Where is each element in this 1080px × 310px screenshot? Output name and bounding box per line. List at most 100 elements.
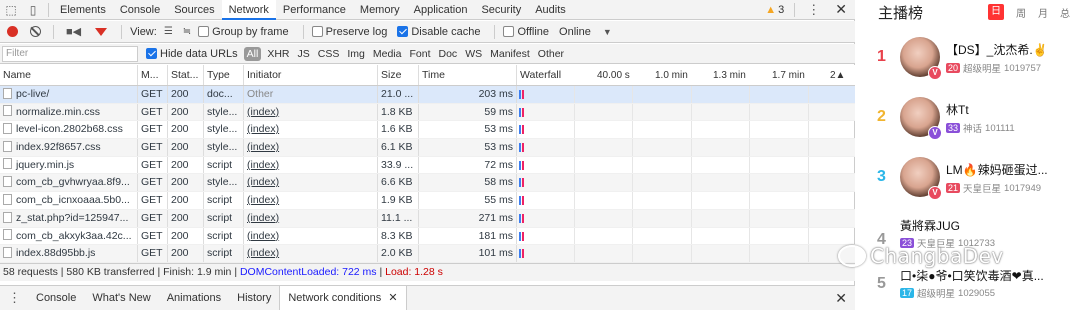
tab-sources[interactable]: Sources — [167, 0, 221, 20]
tab-memory[interactable]: Memory — [353, 0, 407, 20]
table-row[interactable]: normalize.min.css GET 200 style... (index) 1.… — [0, 103, 855, 122]
tab-day[interactable]: 日 — [988, 4, 1004, 20]
table-row[interactable]: index.88d95bb.js GET 200 script (index) 2.0 K… — [0, 245, 855, 263]
cell-initiator[interactable]: (index) — [244, 174, 378, 192]
tab-performance[interactable]: Performance — [276, 0, 353, 20]
tab-audits[interactable]: Audits — [528, 0, 573, 20]
cell-type: style... — [204, 121, 244, 139]
cell-name-text: index.92f8657.css — [16, 141, 101, 154]
tab-application[interactable]: Application — [407, 0, 475, 20]
drawer-tab-whats-new[interactable]: What's New — [84, 286, 158, 310]
tab-network[interactable]: Network — [221, 0, 276, 20]
cell-initiator[interactable]: (index) — [244, 227, 378, 245]
close-devtools-icon[interactable]: ✕ — [827, 1, 855, 18]
record-icon[interactable] — [7, 26, 18, 37]
waterfall-gridline — [749, 156, 750, 174]
anchor-name[interactable]: LM🔥辣妈砸蛋过... — [946, 161, 1048, 178]
cell-size-text: 6.1 KB — [381, 141, 413, 154]
filter-type-media[interactable]: Media — [369, 48, 406, 60]
cell-size: 2.0 KB — [378, 245, 419, 262]
anchor-name[interactable]: 林Tt — [946, 101, 969, 118]
filter-type-font[interactable]: Font — [405, 48, 434, 60]
column-header-status[interactable]: Stat... — [168, 65, 204, 85]
filter-type-css[interactable]: CSS — [314, 48, 344, 60]
filter-type-xhr[interactable]: XHR — [263, 48, 293, 60]
drawer-tab-animations[interactable]: Animations — [159, 286, 229, 310]
column-header-time[interactable]: Time — [419, 65, 517, 85]
drawer-tab-label: Network conditions — [288, 291, 382, 304]
table-row[interactable]: level-icon.2802b68.css GET 200 style... (ind… — [0, 121, 855, 140]
column-header-method[interactable]: M... — [138, 65, 168, 85]
tab-security[interactable]: Security — [474, 0, 528, 20]
column-header-initiator[interactable]: Initiator — [244, 65, 378, 85]
filter-type-img[interactable]: Img — [343, 48, 369, 60]
chevron-down-icon[interactable]: ▼ — [595, 27, 620, 37]
drawer-tab-history[interactable]: History — [229, 286, 279, 310]
column-header-size[interactable]: Size — [378, 65, 419, 85]
drawer-tab-network-conditions[interactable]: Network conditions ✕ — [279, 285, 407, 310]
filter-type-js[interactable]: JS — [294, 48, 314, 60]
tab-console[interactable]: Console — [113, 0, 167, 20]
preserve-log-checkbox[interactable]: Preserve log — [311, 26, 387, 38]
waterfall-gridline — [574, 86, 575, 103]
tab-elements[interactable]: Elements — [53, 0, 113, 20]
close-drawer-icon[interactable]: ✕ — [827, 290, 855, 307]
drawer-tab-console[interactable]: Console — [28, 286, 84, 310]
filter-type-manifest[interactable]: Manifest — [486, 48, 534, 60]
column-header-type[interactable]: Type — [204, 65, 244, 85]
anchor-name[interactable]: 黃將霖JUG — [900, 217, 960, 234]
filter-input[interactable]: Filter — [2, 45, 138, 62]
table-row[interactable]: com_cb_icnxoaaa.5b0... GET 200 script (index… — [0, 192, 855, 210]
cell-method-text: GET — [141, 88, 163, 100]
ranking-entry[interactable]: 2 V 林Tt 33 神话 101111 — [856, 93, 1080, 153]
cell-waterfall — [517, 209, 855, 227]
close-tab-icon[interactable]: ✕ — [388, 292, 397, 304]
offline-checkbox[interactable]: Offline — [503, 26, 549, 38]
ranking-entry[interactable]: 3 V LM🔥辣妈砸蛋过... 21 天皇巨星 1017949 — [856, 153, 1080, 213]
table-row[interactable]: com_cb_akxyk3aa.42c... GET 200 script (index… — [0, 227, 855, 246]
ranking-entry[interactable]: 1 V 【DS】_沈杰希.✌ 20 超级明星 1019757 — [856, 33, 1080, 93]
cell-method-text: GET — [141, 158, 163, 171]
more-options-icon[interactable]: ⋮ — [799, 2, 827, 18]
cell-initiator[interactable]: (index) — [244, 156, 378, 174]
cell-initiator[interactable]: (index) — [244, 121, 378, 139]
filter-type-other[interactable]: Other — [534, 48, 568, 60]
column-header-name[interactable]: Name — [0, 65, 138, 85]
column-header-waterfall[interactable]: Waterfall 40.00 s 1.0 min 1.3 min 1.7 mi… — [517, 65, 855, 85]
device-toolbar-icon[interactable]: ▯ — [22, 0, 44, 20]
capture-screenshots-icon[interactable]: ■◀ — [62, 25, 85, 38]
clear-icon[interactable] — [30, 26, 41, 37]
cell-status: 200 — [168, 121, 204, 139]
cell-initiator[interactable]: (index) — [244, 209, 378, 227]
table-row[interactable]: pc-live/GET 200 doc... Other 21.0 ... 203 ms — [0, 86, 855, 104]
tab-week[interactable]: 周 — [1010, 5, 1032, 20]
table-row[interactable]: com_cb_gvhwryaa.8f9... GET 200 style... (ind… — [0, 174, 855, 193]
table-row[interactable]: z_stat.php?id=125947... GET 200 script (inde… — [0, 209, 855, 228]
throttling-select[interactable]: Online — [559, 26, 591, 38]
table-row[interactable]: index.92f8657.css GET 200 style... (index) 6.… — [0, 139, 855, 157]
hide-data-urls-checkbox[interactable]: Hide data URLs — [146, 48, 238, 60]
filter-type-ws[interactable]: WS — [461, 48, 486, 60]
cell-initiator[interactable]: (index) — [244, 103, 378, 121]
filter-type-all[interactable]: All — [243, 46, 262, 61]
anchor-name[interactable]: 口•柒●爷•口笑饮毒酒❤真... — [900, 267, 1044, 284]
cell-type: script — [204, 245, 244, 262]
ranking-entry[interactable]: 5 口•柒●爷•口笑饮毒酒❤真... 17 超级明星 1029055 — [856, 263, 1080, 310]
warnings-indicator[interactable]: ▲ 3 — [759, 4, 790, 16]
filter-type-doc[interactable]: Doc — [435, 48, 462, 60]
table-row[interactable]: jquery.min.js GET 200 script (index) 33.9 ...… — [0, 156, 855, 175]
drawer-menu-icon[interactable]: ⋮ — [0, 290, 28, 306]
anchor-name[interactable]: 【DS】_沈杰希.✌ — [946, 41, 1048, 58]
tab-month[interactable]: 月 — [1032, 5, 1054, 20]
disable-cache-checkbox[interactable]: Disable cache — [397, 26, 480, 38]
inspect-element-icon[interactable]: ⬚ — [0, 0, 22, 20]
large-rows-icon[interactable]: ☰ — [161, 26, 176, 37]
cell-initiator[interactable]: (index) — [244, 139, 378, 156]
waterfall-tick: 2▲ — [830, 70, 846, 81]
cell-initiator[interactable]: (index) — [244, 245, 378, 262]
group-by-frame-checkbox[interactable]: Group by frame — [198, 26, 289, 38]
overview-icon[interactable]: ≒ — [180, 26, 194, 37]
tab-total[interactable]: 总 — [1054, 5, 1076, 20]
cell-initiator[interactable]: (index) — [244, 192, 378, 209]
filter-icon[interactable] — [95, 27, 108, 36]
